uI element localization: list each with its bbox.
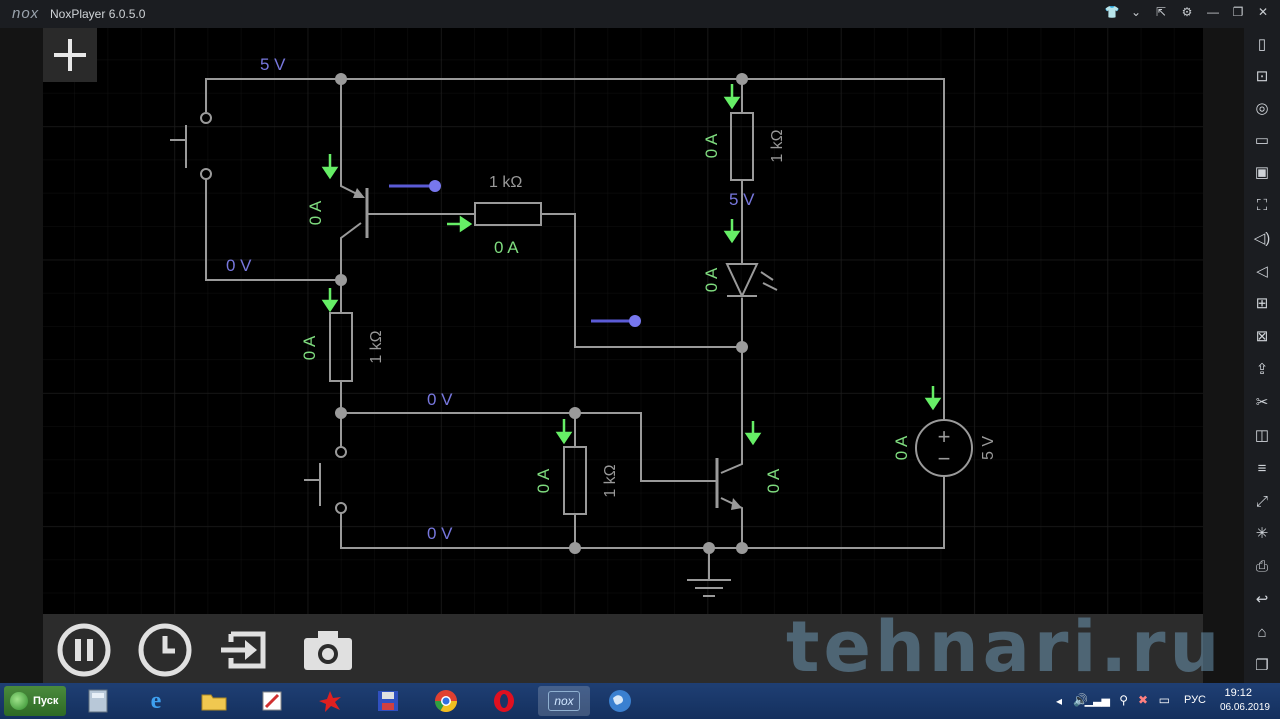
scissors-icon[interactable]: ✂ [1250,390,1274,414]
battery-icon[interactable]: ▭ [1159,693,1170,707]
voltage-label: 0 V [427,390,453,409]
circuit-diagram: + − 5 V 0 V 0 V 0 V 5 V 5 V 0 A 0 A 0 A … [43,28,1203,614]
gear-icon[interactable]: ⚙ [1177,5,1197,19]
watermark: tehnari.ru [786,606,1224,688]
current-label: 0 A [702,267,721,292]
back-icon[interactable]: ↩ [1250,587,1274,611]
volume-down-icon[interactable]: ◁ [1250,259,1274,283]
keyboard-icon[interactable]: ▭ [1250,128,1274,152]
calculator-taskbar-icon[interactable] [78,686,118,716]
chrome-taskbar-icon[interactable] [426,686,466,716]
resistor-label: 1 kΩ [368,330,385,363]
location-icon[interactable]: ◎ [1250,96,1274,120]
splash-taskbar-icon[interactable] [310,686,350,716]
clock-date[interactable]: 06.06.2019 [1220,702,1270,713]
globe-taskbar-icon[interactable] [600,686,640,716]
current-label: 0 A [534,468,553,493]
menu-icon[interactable]: ≡ [1250,456,1274,480]
camera-icon[interactable] [300,622,356,678]
resistor-label: 1 kΩ [602,464,619,497]
start-button[interactable]: Пуск [4,686,66,716]
floppy-taskbar-icon[interactable] [368,686,408,716]
circuit-canvas[interactable]: + − 5 V 0 V 0 V 0 V 5 V 5 V 0 A 0 A 0 A … [43,28,1203,614]
multi-instance-icon[interactable]: ⊠ [1250,324,1274,348]
shake-icon[interactable]: ⤢ [1250,489,1274,513]
export-icon[interactable] [217,622,273,678]
voltage-label: 0 V [226,256,252,275]
shirt-icon[interactable]: 👕 [1102,5,1122,19]
windows-taskbar: Пуск e nox ◂ 🔊 ▁▃▅ ⚲ ✖ ▭ РУС 19:12 06.06… [0,683,1280,719]
loading-icon[interactable]: ✳ [1250,521,1274,545]
nox-sidebar: ▯ ⊡ ◎ ▭ ▣ ⛶ ◁) ◁ ⊞ ⊠ ⇪ ✂ ◫ ≡ ⤢ ✳ ⎙ ↩ ⌂ ❐ [1244,28,1280,683]
start-label: Пуск [33,695,59,707]
network-error-icon[interactable]: ✖ [1138,693,1148,707]
title-bar: nox NoxPlayer 6.0.5.0 👕 ⌄ ⇱ ⚙ — ❐ ✕ [0,0,1280,28]
windows-orb-icon [10,692,28,710]
current-label: 0 A [702,133,721,158]
folder-taskbar-icon[interactable] [194,686,234,716]
resistor-label: 1 kΩ [769,129,786,162]
chevron-down-icon[interactable]: ⌄ [1126,5,1146,19]
restore-icon[interactable]: ❐ [1228,5,1248,19]
voltage-label: 5 V [729,190,755,209]
current-label: 0 A [892,435,911,460]
robot-icon[interactable]: ⊡ [1250,64,1274,88]
add-component-button[interactable] [43,28,97,82]
resistor-label: 1 kΩ [489,174,522,191]
tray-arrow-icon[interactable]: ◂ [1056,694,1062,708]
paint-taskbar-icon[interactable] [252,686,292,716]
clock-time[interactable]: 19:12 [1224,687,1252,699]
volume-up-icon[interactable]: ◁) [1250,226,1274,250]
window-title: NoxPlayer 6.0.5.0 [50,7,146,21]
clock-icon[interactable] [137,622,193,678]
current-label: 0 A [300,335,319,360]
current-label: 0 A [764,468,783,493]
home-icon[interactable]: ⌂ [1250,620,1274,644]
voltage-label: 0 V [427,524,453,543]
printer-icon[interactable]: ⎙ [1250,554,1274,578]
pin-icon[interactable]: ⇱ [1151,5,1171,19]
svg-text:−: − [938,446,951,471]
import-icon[interactable]: ⇪ [1250,357,1274,381]
pause-icon[interactable] [56,622,112,678]
pin-tray-icon[interactable]: ⚲ [1119,693,1128,707]
minimize-icon[interactable]: — [1203,5,1223,19]
screenshot-icon[interactable]: ▣ [1250,160,1274,184]
phone-icon[interactable]: ▯ [1250,32,1274,56]
opera-taskbar-icon[interactable] [484,686,524,716]
recent-apps-icon[interactable]: ❐ [1250,653,1274,677]
nox-logo: nox [12,5,40,22]
plus-icon [54,39,86,71]
voltage-source: + − [915,419,973,477]
voltage-label: 5 V [260,55,286,74]
apk-install-icon[interactable]: ⊞ [1250,291,1274,315]
fullscreen-icon[interactable]: ⛶ [1250,193,1274,217]
close-icon[interactable]: ✕ [1253,5,1273,19]
network-signal-icon[interactable]: ▁▃▅ [1085,694,1110,707]
current-label: 0 A [494,238,519,257]
current-label: 0 A [306,200,325,225]
language-indicator[interactable]: РУС [1184,694,1206,706]
nox-taskbar-icon[interactable]: nox [538,686,590,716]
internet-explorer-taskbar-icon[interactable]: e [136,686,176,716]
source-voltage-label: 5 V [980,436,997,460]
app-list-icon[interactable]: ◫ [1250,423,1274,447]
